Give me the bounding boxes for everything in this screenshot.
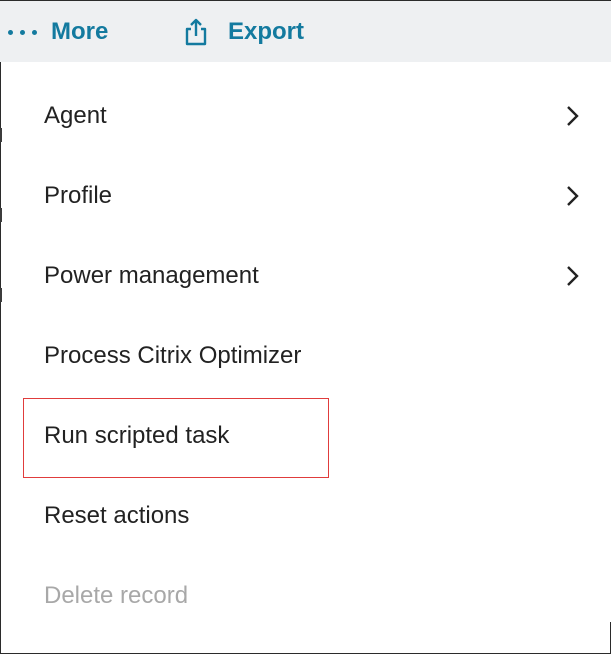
menu-item-profile[interactable]: Profile: [8, 156, 603, 236]
menu-item-delete-record: Delete record: [8, 556, 603, 636]
chevron-right-icon: [567, 106, 579, 126]
menu-item-label: Run scripted task: [44, 422, 230, 449]
menu-item-label: Delete record: [44, 582, 189, 609]
background-edge: [0, 288, 2, 302]
menu-item-label: Power management: [44, 262, 259, 289]
toolbar: More Export: [0, 0, 611, 62]
menu-item-label: Process Citrix Optimizer: [44, 342, 302, 369]
export-button[interactable]: Export: [184, 1, 304, 63]
menu-item-power-management[interactable]: Power management: [8, 236, 603, 316]
ellipsis-icon: [8, 29, 37, 35]
background-edge: [0, 128, 2, 142]
menu-item-label: Agent: [44, 102, 107, 129]
menu-item-label: Reset actions: [44, 502, 190, 529]
share-export-icon: [185, 18, 207, 46]
menu-item-process-citrix-optimizer[interactable]: Process Citrix Optimizer: [8, 316, 603, 396]
menu-item-run-scripted-task[interactable]: Run scripted task: [8, 396, 603, 476]
more-dropdown-menu: Agent Profile Power management Process C…: [8, 62, 611, 622]
background-edge: [0, 208, 2, 222]
more-button[interactable]: More: [8, 1, 108, 63]
chevron-right-icon: [567, 186, 579, 206]
export-label: Export: [228, 18, 305, 45]
menu-item-agent[interactable]: Agent: [8, 76, 603, 156]
menu-item-reset-actions[interactable]: Reset actions: [8, 476, 603, 556]
more-label: More: [51, 18, 109, 45]
menu-item-label: Profile: [44, 182, 113, 209]
chevron-right-icon: [567, 266, 579, 286]
